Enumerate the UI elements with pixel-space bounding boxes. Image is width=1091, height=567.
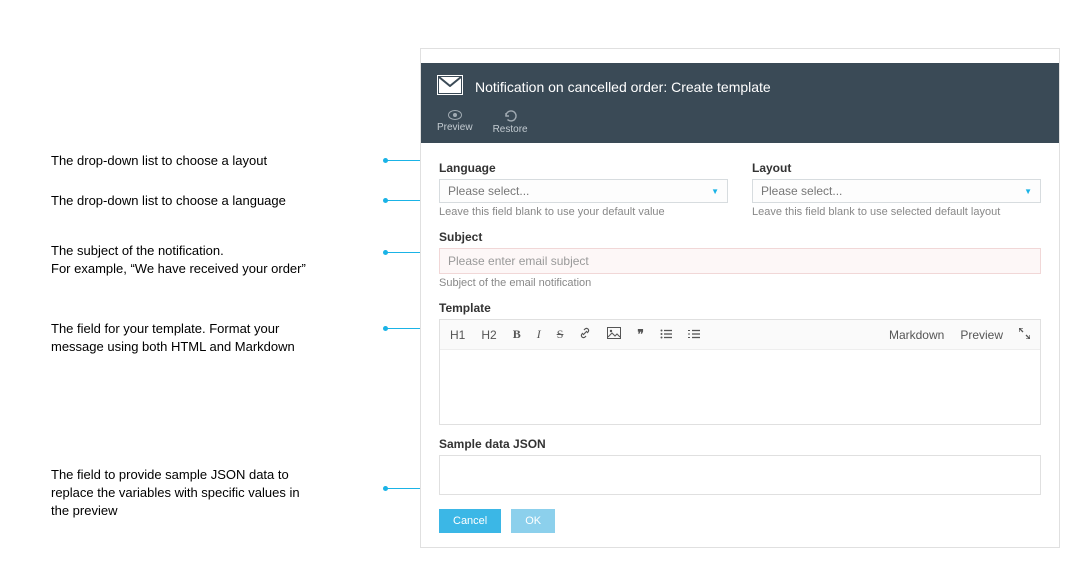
subject-input[interactable]: Please enter email subject — [439, 248, 1041, 274]
annotation-template-l2: message using both HTML and Markdown — [51, 338, 295, 356]
annotation-json-l2: replace the variables with specific valu… — [51, 484, 300, 502]
bold-button[interactable]: B — [513, 327, 521, 342]
annotation-subject-l2: For example, “We have received your orde… — [51, 260, 306, 278]
h2-button[interactable]: H2 — [481, 328, 496, 342]
expand-button[interactable] — [1019, 328, 1030, 342]
chevron-down-icon: ▼ — [1024, 187, 1032, 196]
image-icon — [607, 327, 621, 339]
quote-button[interactable]: ❞ — [637, 327, 643, 342]
restore-icon — [503, 110, 517, 122]
layout-select[interactable]: Please select... ▼ — [752, 179, 1041, 203]
annotation-language: The drop-down list to choose a language — [51, 192, 286, 210]
json-label: Sample data JSON — [439, 437, 1041, 451]
expand-icon — [1019, 328, 1030, 339]
json-textarea[interactable] — [439, 455, 1041, 495]
annotation-template-l1: The field for your template. Format your — [51, 320, 279, 338]
cancel-button[interactable]: Cancel — [439, 509, 501, 533]
layout-help: Leave this field blank to use selected d… — [752, 206, 1041, 218]
strike-button[interactable]: S — [557, 327, 564, 342]
eye-icon — [448, 110, 462, 120]
restore-label: Restore — [493, 124, 528, 135]
link-button[interactable] — [579, 327, 591, 342]
layout-label: Layout — [752, 161, 1041, 175]
annotation-subject-l1: The subject of the notification. — [51, 242, 224, 260]
ok-button[interactable]: OK — [511, 509, 555, 533]
preview-action[interactable]: Preview — [437, 110, 473, 135]
preview-label: Preview — [437, 122, 473, 133]
envelope-icon — [437, 75, 463, 98]
ol-button[interactable] — [688, 328, 700, 342]
ol-icon — [688, 329, 700, 339]
preview-tab[interactable]: Preview — [960, 328, 1003, 342]
markdown-tab[interactable]: Markdown — [889, 328, 944, 342]
dialog: Notification on cancelled order: Create … — [420, 48, 1060, 548]
dialog-header: Notification on cancelled order: Create … — [421, 63, 1059, 106]
annotation-layout: The drop-down list to choose a layout — [51, 152, 267, 170]
editor-toolbar: H1 H2 B I S ❞ Markdown — [440, 320, 1040, 350]
chevron-down-icon: ▼ — [711, 187, 719, 196]
restore-action[interactable]: Restore — [493, 110, 528, 135]
dialog-title: Notification on cancelled order: Create … — [475, 79, 771, 95]
template-label: Template — [439, 301, 1041, 315]
language-select[interactable]: Please select... ▼ — [439, 179, 728, 203]
subject-label: Subject — [439, 230, 1041, 244]
template-editor: H1 H2 B I S ❞ Markdown — [439, 319, 1041, 425]
dialog-footer: Cancel OK — [439, 509, 1041, 533]
language-help: Leave this field blank to use your defau… — [439, 206, 728, 218]
template-textarea[interactable] — [440, 350, 1040, 424]
annotation-json-l3: the preview — [51, 502, 117, 520]
language-placeholder: Please select... — [448, 184, 529, 198]
dialog-body: Language Please select... ▼ Leave this f… — [421, 143, 1059, 547]
annotation-json-l1: The field to provide sample JSON data to — [51, 466, 289, 484]
dialog-sub-toolbar: Preview Restore — [421, 106, 1059, 143]
ul-button[interactable] — [660, 328, 672, 342]
subject-placeholder: Please enter email subject — [448, 254, 589, 268]
subject-help: Subject of the email notification — [439, 277, 1041, 289]
italic-button[interactable]: I — [537, 327, 541, 342]
layout-placeholder: Please select... — [761, 184, 842, 198]
h1-button[interactable]: H1 — [450, 328, 465, 342]
image-button[interactable] — [607, 327, 621, 342]
link-icon — [579, 327, 591, 339]
ul-icon — [660, 329, 672, 339]
language-label: Language — [439, 161, 728, 175]
